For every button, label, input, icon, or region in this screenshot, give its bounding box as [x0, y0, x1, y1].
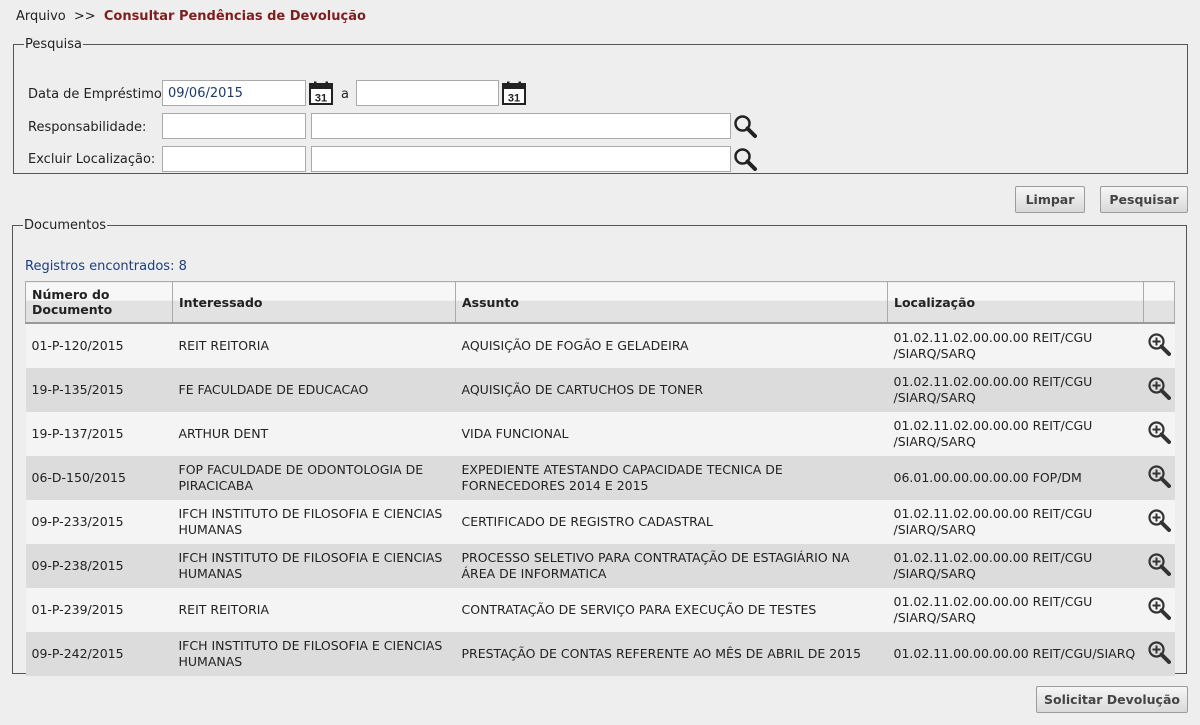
- cell-interested: FE FACULDADE DE EDUCACAO: [172, 368, 456, 412]
- zoom-in-icon[interactable]: [1147, 464, 1171, 488]
- cell-actions: [1143, 632, 1175, 676]
- search-legend: Pesquisa: [25, 37, 82, 52]
- table-row[interactable]: 19-P-137/2015 ARTHUR DENT VIDA FUNCIONAL…: [25, 412, 1175, 456]
- loan-date-from-input[interactable]: [162, 80, 306, 106]
- cell-interested: FOP FACULDADE DE ODONTOLOGIA DE PIRACICA…: [172, 456, 456, 500]
- cell-location: 01.02.11.02.00.00.00 REIT/CGU /SIARQ/SAR…: [887, 412, 1144, 456]
- request-return-button[interactable]: Solicitar Devolução: [1036, 686, 1188, 713]
- column-header-actions: [1143, 281, 1175, 324]
- exclude-location-label: Excluir Localização:: [28, 152, 156, 167]
- zoom-in-icon[interactable]: [1147, 596, 1171, 620]
- cell-location: 01.02.11.02.00.00.00 REIT/CGU /SIARQ/SAR…: [887, 500, 1144, 544]
- table-row[interactable]: 09-P-242/2015 IFCH INSTITUTO DE FILOSOFI…: [25, 632, 1175, 676]
- cell-number: 19-P-137/2015: [25, 412, 173, 456]
- cell-subject: PRESTAÇÃO DE CONTAS REFERENTE AO MÊS DE …: [455, 632, 888, 676]
- cell-subject: AQUISIÇÃO DE CARTUCHOS DE TONER: [455, 368, 888, 412]
- cell-location: 06.01.00.00.00.00.00 FOP/DM: [887, 456, 1144, 500]
- search-icon[interactable]: [733, 114, 757, 138]
- column-header-location[interactable]: Localização: [887, 281, 1144, 324]
- cell-location: 01.02.11.02.00.00.00 REIT/CGU /SIARQ/SAR…: [887, 544, 1144, 588]
- zoom-in-icon[interactable]: [1147, 332, 1171, 356]
- zoom-in-icon[interactable]: [1147, 552, 1171, 576]
- cell-location: 01.02.11.02.00.00.00 REIT/CGU /SIARQ/SAR…: [887, 588, 1144, 632]
- cell-subject: PROCESSO SELETIVO PARA CONTRATAÇÃO DE ES…: [455, 544, 888, 588]
- documents-table: Número do Documento Interessado Assunto …: [25, 281, 1175, 676]
- responsibility-code-input[interactable]: [162, 113, 306, 139]
- cell-subject: CONTRATAÇÃO DE SERVIÇO PARA EXECUÇÃO DE …: [455, 588, 888, 632]
- records-count: Registros encontrados: 8: [25, 259, 187, 274]
- table-row[interactable]: 19-P-135/2015 FE FACULDADE DE EDUCACAO A…: [25, 368, 1175, 412]
- cell-number: 06-D-150/2015: [25, 456, 173, 500]
- cell-number: 19-P-135/2015: [25, 368, 173, 412]
- cell-number: 09-P-242/2015: [25, 632, 173, 676]
- cell-subject: VIDA FUNCIONAL: [455, 412, 888, 456]
- zoom-in-icon[interactable]: [1147, 640, 1171, 664]
- cell-number: 09-P-238/2015: [25, 544, 173, 588]
- svg-text:31: 31: [508, 93, 520, 105]
- documents-panel: Documentos Registros encontrados: 8 Núme…: [12, 218, 1187, 676]
- table-row[interactable]: 06-D-150/2015 FOP FACULDADE DE ODONTOLOG…: [25, 456, 1175, 500]
- cell-interested: ARTHUR DENT: [172, 412, 456, 456]
- cell-subject: EXPEDIENTE ATESTANDO CAPACIDADE TECNICA …: [455, 456, 888, 500]
- cell-number: 09-P-233/2015: [25, 500, 173, 544]
- cell-interested: REIT REITORIA: [172, 323, 456, 368]
- cell-actions: [1143, 456, 1175, 500]
- table-row[interactable]: 01-P-239/2015 REIT REITORIA CONTRATAÇÃO …: [25, 588, 1175, 632]
- responsibility-label: Responsabilidade:: [28, 120, 147, 135]
- svg-text:31: 31: [315, 93, 327, 105]
- column-header-number[interactable]: Número do Documento: [25, 281, 173, 324]
- cell-interested: IFCH INSTITUTO DE FILOSOFIA E CIENCIAS H…: [172, 500, 456, 544]
- column-header-subject[interactable]: Assunto: [455, 281, 888, 324]
- page-title: Consultar Pendências de Devolução: [103, 9, 366, 24]
- breadcrumb: Arquivo >> Consultar Pendências de Devol…: [16, 9, 366, 24]
- cell-location: 01.02.11.02.00.00.00 REIT/CGU /SIARQ/SAR…: [887, 323, 1144, 368]
- cell-actions: [1143, 323, 1175, 368]
- zoom-in-icon[interactable]: [1147, 420, 1171, 444]
- zoom-in-icon[interactable]: [1147, 376, 1171, 400]
- column-header-interested[interactable]: Interessado: [172, 281, 456, 324]
- cell-location: 01.02.11.02.00.00.00 REIT/CGU /SIARQ/SAR…: [887, 368, 1144, 412]
- responsibility-name-input[interactable]: [311, 113, 731, 139]
- table-row[interactable]: 01-P-120/2015 REIT REITORIA AQUISIÇÃO DE…: [25, 323, 1175, 368]
- cell-interested: IFCH INSTITUTO DE FILOSOFIA E CIENCIAS H…: [172, 632, 456, 676]
- cell-subject: AQUISIÇÃO DE FOGÃO E GELADEIRA: [455, 323, 888, 368]
- cell-actions: [1143, 368, 1175, 412]
- cell-number: 01-P-120/2015: [25, 323, 173, 368]
- documents-legend: Documentos: [24, 218, 107, 233]
- cell-interested: IFCH INSTITUTO DE FILOSOFIA E CIENCIAS H…: [172, 544, 456, 588]
- calendar-icon[interactable]: 31: [502, 81, 526, 105]
- cell-actions: [1143, 588, 1175, 632]
- breadcrumb-separator: >>: [73, 9, 96, 24]
- cell-actions: [1143, 544, 1175, 588]
- loan-date-to-input[interactable]: [356, 80, 499, 106]
- cell-number: 01-P-239/2015: [25, 588, 173, 632]
- date-range-separator: a: [341, 87, 349, 102]
- cell-location: 01.02.11.00.00.00.00 REIT/CGU/SIARQ: [887, 632, 1144, 676]
- table-row[interactable]: 09-P-233/2015 IFCH INSTITUTO DE FILOSOFI…: [25, 500, 1175, 544]
- zoom-in-icon[interactable]: [1147, 508, 1171, 532]
- table-row[interactable]: 09-P-238/2015 IFCH INSTITUTO DE FILOSOFI…: [25, 544, 1175, 588]
- table-header-row: Número do Documento Interessado Assunto …: [25, 281, 1175, 324]
- search-panel: Pesquisa Data de Empréstimo: 31 a 31 Res…: [13, 37, 1188, 174]
- breadcrumb-root[interactable]: Arquivo: [16, 9, 66, 24]
- loan-date-label: Data de Empréstimo:: [28, 87, 167, 102]
- search-button[interactable]: Pesquisar: [1100, 186, 1188, 213]
- exclude-location-code-input[interactable]: [162, 146, 306, 172]
- clear-button[interactable]: Limpar: [1015, 186, 1085, 213]
- cell-actions: [1143, 500, 1175, 544]
- search-icon[interactable]: [733, 147, 757, 171]
- cell-interested: REIT REITORIA: [172, 588, 456, 632]
- cell-actions: [1143, 412, 1175, 456]
- exclude-location-name-input[interactable]: [311, 146, 731, 172]
- cell-subject: CERTIFICADO DE REGISTRO CADASTRAL: [455, 500, 888, 544]
- calendar-icon[interactable]: 31: [309, 81, 333, 105]
